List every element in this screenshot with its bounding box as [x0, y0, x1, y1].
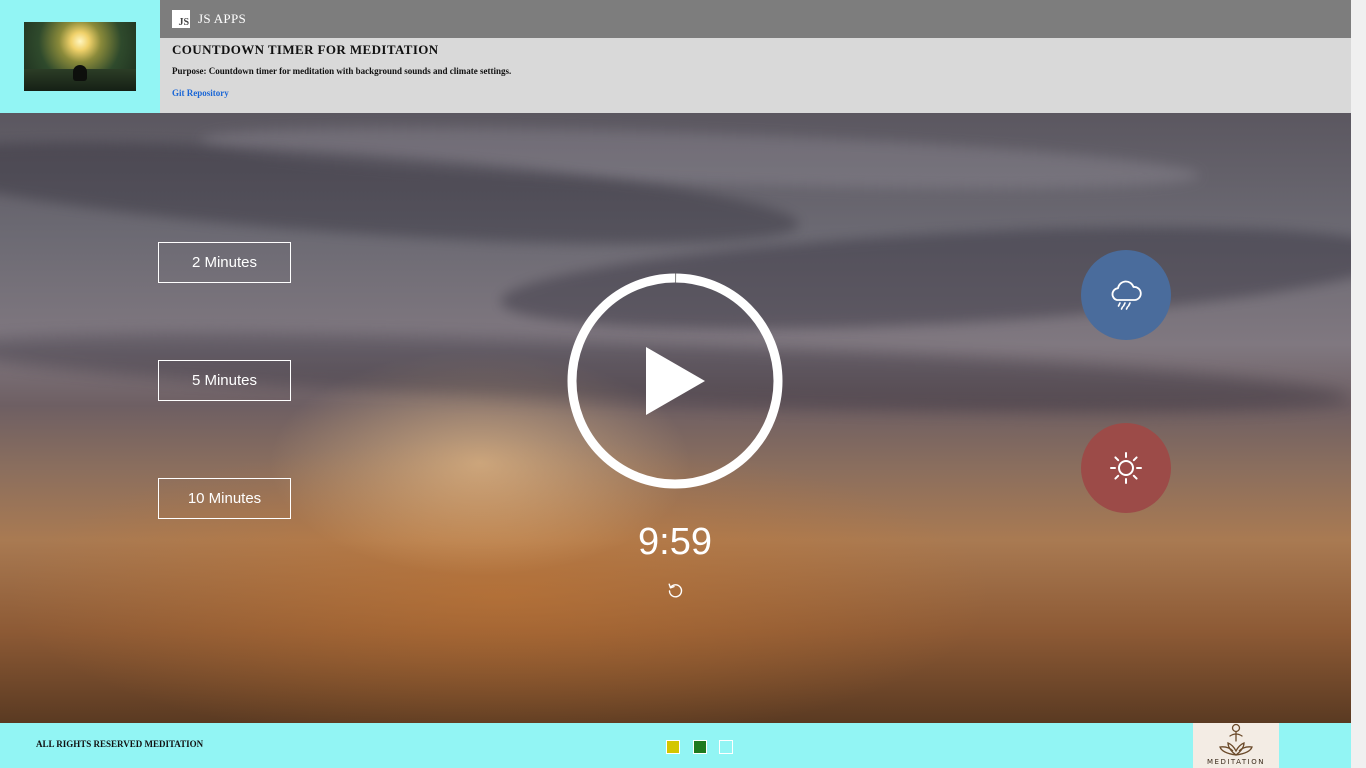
brand-logo: MEDITATION — [1193, 723, 1279, 768]
header-main: JS JS APPS COUNTDOWN TIMER FOR MEDITATIO… — [160, 0, 1351, 113]
meditation-stage: 2 Minutes 5 Minutes 10 Minutes 9:59 — [0, 113, 1351, 723]
summer-sound-button[interactable] — [1081, 423, 1171, 513]
topbar-title: JS APPS — [198, 11, 246, 26]
rain-cloud-icon — [1111, 280, 1142, 310]
theme-swatch-yellow[interactable] — [666, 740, 680, 754]
reset-icon[interactable] — [666, 581, 684, 599]
topbar: JS JS APPS — [160, 0, 1351, 38]
logo-container — [0, 0, 160, 113]
duration-5-minutes-button[interactable]: 5 Minutes — [158, 360, 291, 401]
duration-2-minutes-button[interactable]: 2 Minutes — [158, 242, 291, 283]
js-badge-text: JS — [178, 17, 189, 28]
meditation-thumbnail — [24, 22, 136, 91]
git-repository-link[interactable]: Git Repository — [172, 88, 229, 98]
theme-swatch-green[interactable] — [693, 740, 707, 754]
js-logo-icon: JS — [172, 10, 190, 28]
app-purpose: Purpose: Countdown timer for meditation … — [172, 66, 512, 76]
page-scrollbar[interactable] — [1351, 0, 1366, 768]
play-button[interactable] — [566, 272, 784, 490]
lotus-meditation-icon — [1219, 723, 1253, 756]
timer-display: 9:59 — [638, 521, 712, 563]
copyright-text: ALL RIGHTS RESERVED MEDITATION — [36, 739, 204, 749]
app-header: JS JS APPS COUNTDOWN TIMER FOR MEDITATIO… — [0, 0, 1351, 113]
rain-sound-button[interactable] — [1081, 250, 1171, 340]
brand-text: MEDITATION — [1207, 758, 1265, 766]
play-icon — [646, 347, 705, 415]
meditating-figure — [73, 65, 87, 81]
theme-swatch-cyan[interactable] — [719, 740, 733, 754]
app-info: COUNTDOWN TIMER FOR MEDITATION Purpose: … — [160, 38, 1351, 113]
app-footer: ALL RIGHTS RESERVED MEDITATION MEDITATIO… — [0, 723, 1351, 768]
sun-icon — [1110, 452, 1142, 484]
duration-10-minutes-button[interactable]: 10 Minutes — [158, 478, 291, 519]
app-title: COUNTDOWN TIMER FOR MEDITATION — [172, 42, 439, 57]
